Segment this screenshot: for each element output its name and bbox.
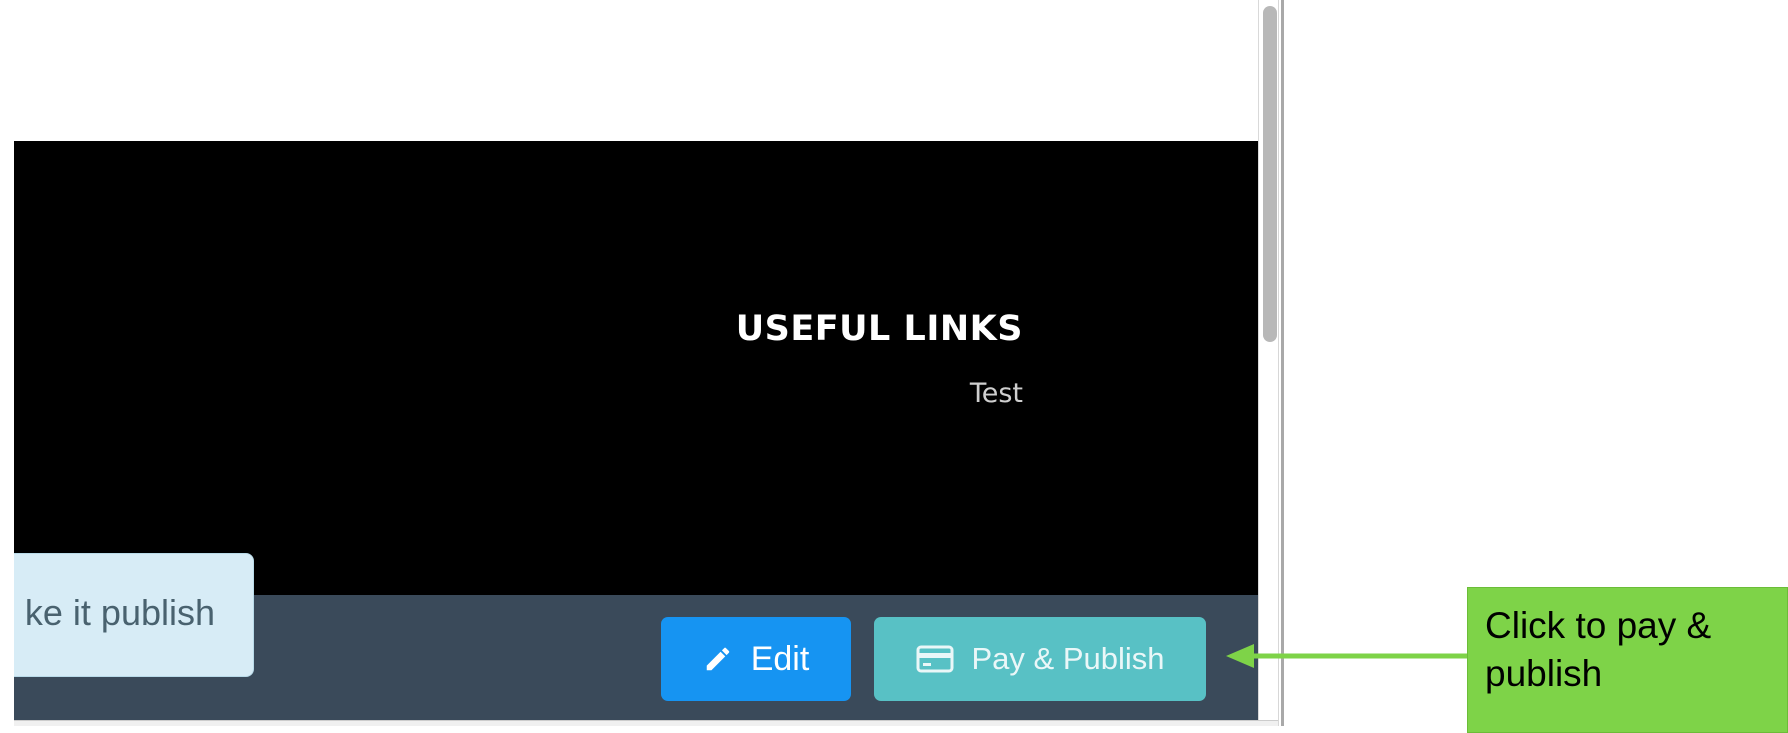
scrollbar-thumb[interactable] xyxy=(1263,6,1277,342)
publish-notice: ke it publish xyxy=(14,553,254,677)
publish-notice-text: ke it publish xyxy=(24,592,215,633)
useful-links-heading: USEFUL LINKS xyxy=(735,309,1023,349)
footer-section: USEFUL LINKS Test xyxy=(14,141,1258,595)
pencil-icon xyxy=(703,644,733,674)
pay-publish-button[interactable]: Pay & Publish xyxy=(874,617,1206,701)
credit-card-icon xyxy=(916,644,954,674)
useful-link-test[interactable]: Test xyxy=(970,378,1023,409)
annotation-arrow-icon xyxy=(1226,644,1468,668)
annotation-callout: Click to pay & publish xyxy=(1467,587,1788,733)
screenshot-canvas: USEFUL LINKS Test ke it publish Edit Pay… xyxy=(0,0,1788,733)
edit-button-label: Edit xyxy=(750,639,810,678)
edit-button[interactable]: Edit xyxy=(661,617,851,701)
pay-publish-button-label: Pay & Publish xyxy=(971,641,1165,676)
vertical-scrollbar[interactable] xyxy=(1258,0,1278,720)
bottom-bar-edge xyxy=(14,720,1278,726)
page-preview-panel: USEFUL LINKS Test ke it publish Edit Pay… xyxy=(14,0,1279,726)
window-right-border xyxy=(1281,0,1284,726)
